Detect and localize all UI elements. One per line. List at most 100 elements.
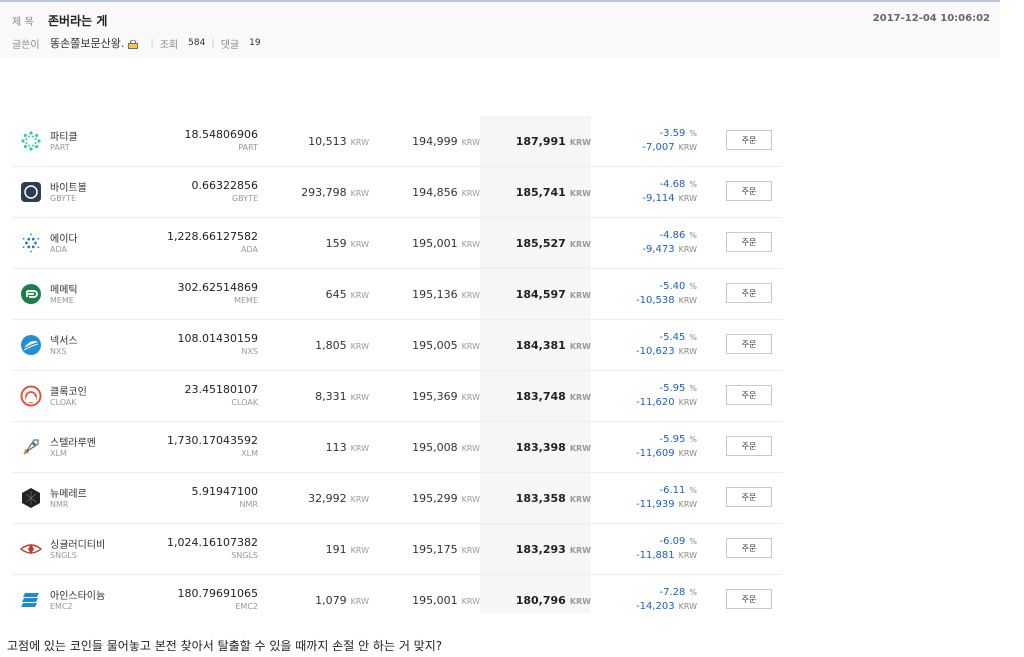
currency-unit: KRW: [461, 546, 480, 555]
profit-amount: -7,007 KRW: [642, 142, 697, 153]
currency-unit: KRW: [678, 143, 697, 152]
profit-amount-value: -10,538: [636, 295, 675, 306]
comments-count: 19: [249, 38, 261, 48]
coin-name[interactable]: 싱귤러디티비: [50, 536, 105, 551]
holding-amount: 23.45180107: [185, 383, 258, 396]
profit-rate-value: -3.59: [659, 128, 686, 139]
coin-name[interactable]: 클록코인: [50, 383, 87, 398]
order-button[interactable]: 주문: [726, 487, 772, 507]
holding-unit: ADA: [241, 245, 258, 254]
buy-amount-value: 195,136: [412, 288, 458, 301]
order-button[interactable]: 주문: [726, 232, 772, 252]
avg-buy-price-value: 10,513: [308, 135, 347, 148]
coin-name[interactable]: 아인스타이늄: [50, 587, 105, 602]
holding-amount-value: 302.62514869: [177, 281, 258, 294]
author-name[interactable]: 똥손쫄보문산왕.: [50, 35, 124, 51]
profit-amount-value: -11,939: [636, 499, 675, 510]
profit-amount: -11,609 KRW: [636, 448, 697, 459]
currency-unit: KRW: [569, 393, 591, 402]
eval-amount: 184,597 KRW: [516, 288, 591, 301]
coin-name[interactable]: 바이트볼: [50, 179, 87, 194]
coin-row-cloak: 클록코인 CLOAK 23.45180107 CLOAK 8,331 KRW 19…: [12, 371, 782, 422]
currency-unit: KRW: [678, 500, 697, 509]
buy-amount-value: 194,999: [412, 135, 458, 148]
profit-amount: -9,114 KRW: [642, 193, 697, 204]
coin-row-part: 파티클 PART 18.54806906 PART 10,513 KRW 194,…: [12, 116, 782, 167]
avg-buy-price-value: 1,805: [315, 339, 347, 352]
coin-row-nmr: 뉴메레르 NMR 5.91947100 NMR 32,992 KRW 195,29…: [12, 473, 782, 524]
holding-unit: PART: [238, 143, 258, 152]
currency-unit: KRW: [350, 291, 369, 300]
coin-name[interactable]: 넥서스: [50, 332, 78, 347]
profit-rate: -5.45%: [660, 332, 697, 343]
eval-amount: 183,293 KRW: [516, 543, 591, 556]
buy-amount: 194,856 KRW: [412, 186, 480, 199]
coin-name[interactable]: 뉴메레르: [50, 485, 87, 500]
currency-unit: KRW: [461, 495, 480, 504]
eval-amount: 180,796 KRW: [516, 594, 591, 607]
currency-unit: KRW: [678, 602, 697, 611]
avg-buy-price-value: 191: [325, 543, 347, 556]
profit-rate: -7.28%: [660, 587, 697, 598]
views-count: 584: [188, 38, 206, 48]
order-button[interactable]: 주문: [726, 385, 772, 405]
coin-name[interactable]: 메메틱: [50, 281, 78, 296]
meta-row: 글쓴이 똥손쫄보문산왕. | 조회 584 | 댓글 19: [12, 35, 261, 51]
eval-amount: 183,748 KRW: [516, 390, 591, 403]
coin-symbol: MEME: [50, 296, 74, 305]
title-label: 제 목: [12, 17, 34, 28]
profit-amount-value: -9,473: [642, 244, 675, 255]
coin-row-emc2: 아인스타이늄 EMC2 180.79691065 EMC2 1,079 KRW 1…: [12, 575, 782, 625]
eval-amount: 187,991 KRW: [516, 135, 591, 148]
xlm-icon: [20, 436, 42, 458]
order-button[interactable]: 주문: [726, 334, 772, 354]
order-button[interactable]: 주문: [726, 589, 772, 609]
currency-unit: KRW: [461, 189, 480, 198]
order-button[interactable]: 주문: [726, 181, 772, 201]
holding-amount: 108.01430159: [178, 332, 258, 345]
order-button[interactable]: 주문: [726, 130, 772, 150]
currency-unit: KRW: [350, 546, 369, 555]
avg-buy-price: 191 KRW: [326, 543, 369, 556]
avg-buy-price: 32,992 KRW: [308, 492, 369, 505]
coin-name[interactable]: 에이다: [50, 230, 78, 245]
percent-unit: %: [689, 486, 697, 495]
part-icon: [20, 130, 42, 152]
currency-unit: KRW: [461, 393, 480, 402]
coin-symbol: CLOAK: [50, 398, 77, 407]
buy-amount-value: 195,175: [412, 543, 458, 556]
currency-unit: KRW: [350, 393, 369, 402]
currency-unit: KRW: [569, 189, 591, 198]
eval-amount-value: 184,381: [515, 339, 566, 352]
eval-amount-value: 185,741: [515, 186, 566, 199]
currency-unit: KRW: [678, 398, 697, 407]
coin-symbol: PART: [50, 143, 70, 152]
order-button[interactable]: 주문: [726, 283, 772, 303]
buy-amount-value: 195,299: [412, 492, 458, 505]
percent-unit: %: [689, 537, 697, 546]
buy-amount: 194,999 KRW: [412, 135, 480, 148]
order-button[interactable]: 주문: [726, 538, 772, 558]
comments-label: 댓글: [220, 39, 240, 51]
profit-amount: -11,620 KRW: [636, 397, 697, 408]
coin-name[interactable]: 스텔라루멘: [50, 434, 96, 449]
order-button[interactable]: 주문: [726, 436, 772, 456]
profit-amount-value: -11,620: [636, 397, 675, 408]
holding-amount: 18.54806906: [185, 128, 258, 141]
percent-unit: %: [689, 282, 697, 291]
eval-amount-value: 187,991: [515, 135, 566, 148]
currency-unit: KRW: [678, 551, 697, 560]
profit-rate: -5.40%: [660, 281, 697, 292]
profit-amount-value: -11,609: [636, 448, 675, 459]
currency-unit: KRW: [569, 546, 591, 555]
holding-amount: 180.79691065: [178, 587, 258, 600]
profit-amount-value: -7,007: [642, 142, 675, 153]
profit-amount-value: -10,623: [636, 346, 675, 357]
currency-unit: KRW: [350, 444, 369, 453]
post-body-text: 고점에 있는 코인들 물어놓고 본전 찾아서 탈출할 수 있을 때까지 손절 안…: [7, 639, 443, 653]
coin-name[interactable]: 파티클: [50, 128, 78, 143]
eval-amount: 183,398 KRW: [516, 441, 591, 454]
avg-buy-price: 1,805 KRW: [315, 339, 369, 352]
coin-row-meme: 메메틱 MEME 302.62514869 MEME 645 KRW 195,13…: [12, 269, 782, 320]
eval-amount-value: 183,358: [515, 492, 566, 505]
